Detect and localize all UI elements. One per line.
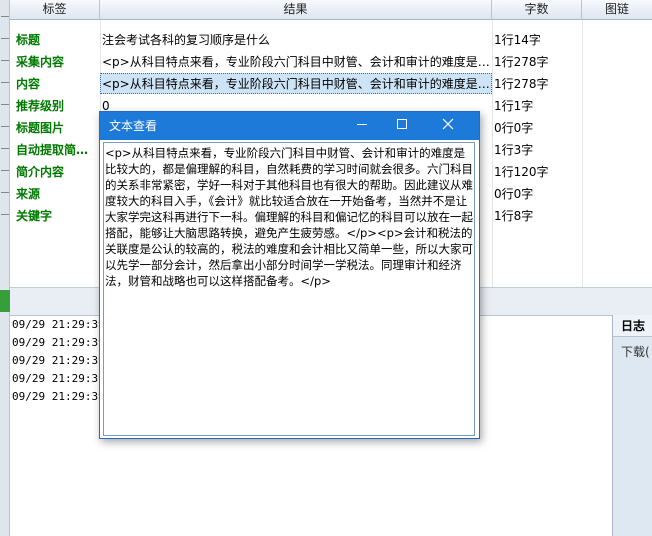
left-edge-strip [0, 0, 10, 536]
side-panel-item[interactable]: 下载( [621, 343, 650, 360]
side-panel-title[interactable]: 日志 [613, 315, 652, 337]
status-indicator [0, 290, 10, 312]
dialog-titlebar[interactable]: 文本查看 [100, 112, 479, 140]
grid-header: 标签 结果 字数 图链 [10, 0, 652, 20]
row-count: 1行8字 [494, 209, 534, 223]
dialog-text-area[interactable]: <p>从科目特点来看，专业阶段六门科目中财管、会计和审计的难度是比较大的，都是偏… [103, 142, 475, 436]
strip-tick [1, 16, 9, 17]
dialog-title: 文本查看 [109, 119, 158, 133]
table-row[interactable]: 采集内容 <p>从科目特点来看，专业阶段六门科目中财管、会计和审计的难度是… 1… [10, 51, 652, 73]
log-line: 09/29 21:29:39 [12, 336, 105, 349]
table-row-selected[interactable]: 内容 <p>从科目特点来看，专业阶段六门科目中财管、会计和审计的难度是… 1行2… [10, 73, 652, 95]
row-count: 1行3字 [494, 143, 534, 157]
row-count: 1行278字 [494, 77, 549, 91]
row-tag: 标题图片 [16, 121, 65, 135]
row-result: 注会考试各科的复习顺序是什么 [102, 33, 271, 47]
log-line: 09/29 21:29:39 [12, 318, 105, 331]
log-line: 09/29 21:29:39 [12, 354, 105, 367]
close-icon[interactable] [429, 112, 467, 140]
log-side-panel: 日志 下载( [612, 315, 652, 536]
row-tag: 简介内容 [16, 165, 65, 179]
row-count: 1行120字 [494, 165, 549, 179]
text-viewer-dialog: 文本查看 <p>从科目特点来看，专业阶段六门科目中财管、会计和审计的难度是比较大… [99, 111, 480, 439]
strip-tick [1, 104, 9, 105]
strip-tick [1, 148, 9, 149]
strip-tick [1, 82, 9, 83]
row-count: 1行14字 [494, 33, 541, 47]
row-count: 1行1字 [494, 99, 534, 113]
strip-tick [1, 170, 9, 171]
strip-tick [1, 38, 9, 39]
row-result: <p>从科目特点来看，专业阶段六门科目中财管、会计和审计的难度是… [102, 55, 490, 69]
row-result: <p>从科目特点来看，专业阶段六门科目中财管、会计和审计的难度是… [102, 77, 490, 91]
strip-tick [1, 60, 9, 61]
row-count: 1行278字 [494, 55, 549, 69]
header-result[interactable]: 结果 [100, 0, 492, 20]
table-row[interactable]: 标题 注会考试各科的复习顺序是什么 1行14字 [10, 29, 652, 51]
header-count[interactable]: 字数 [492, 0, 582, 20]
header-tag[interactable]: 标签 [10, 0, 100, 20]
row-tag: 标题 [16, 33, 41, 47]
row-tag: 来源 [16, 187, 41, 201]
strip-tick [1, 126, 9, 127]
row-count: 0行0字 [494, 121, 534, 135]
minimize-icon[interactable] [343, 112, 381, 140]
log-line: 09/29 21:29:39 [12, 372, 105, 385]
log-line: 09/29 21:29:39 [12, 390, 105, 403]
row-tag: 自动提取简… [16, 143, 89, 157]
row-count: 0行0字 [494, 187, 534, 201]
header-chart[interactable]: 图链 [582, 0, 652, 20]
row-tag: 采集内容 [16, 55, 65, 69]
row-tag: 关键字 [16, 209, 53, 223]
strip-tick [1, 214, 9, 215]
strip-tick [1, 192, 9, 193]
maximize-icon[interactable] [383, 112, 421, 140]
row-tag: 内容 [16, 77, 41, 91]
row-tag: 推荐级别 [16, 99, 65, 113]
